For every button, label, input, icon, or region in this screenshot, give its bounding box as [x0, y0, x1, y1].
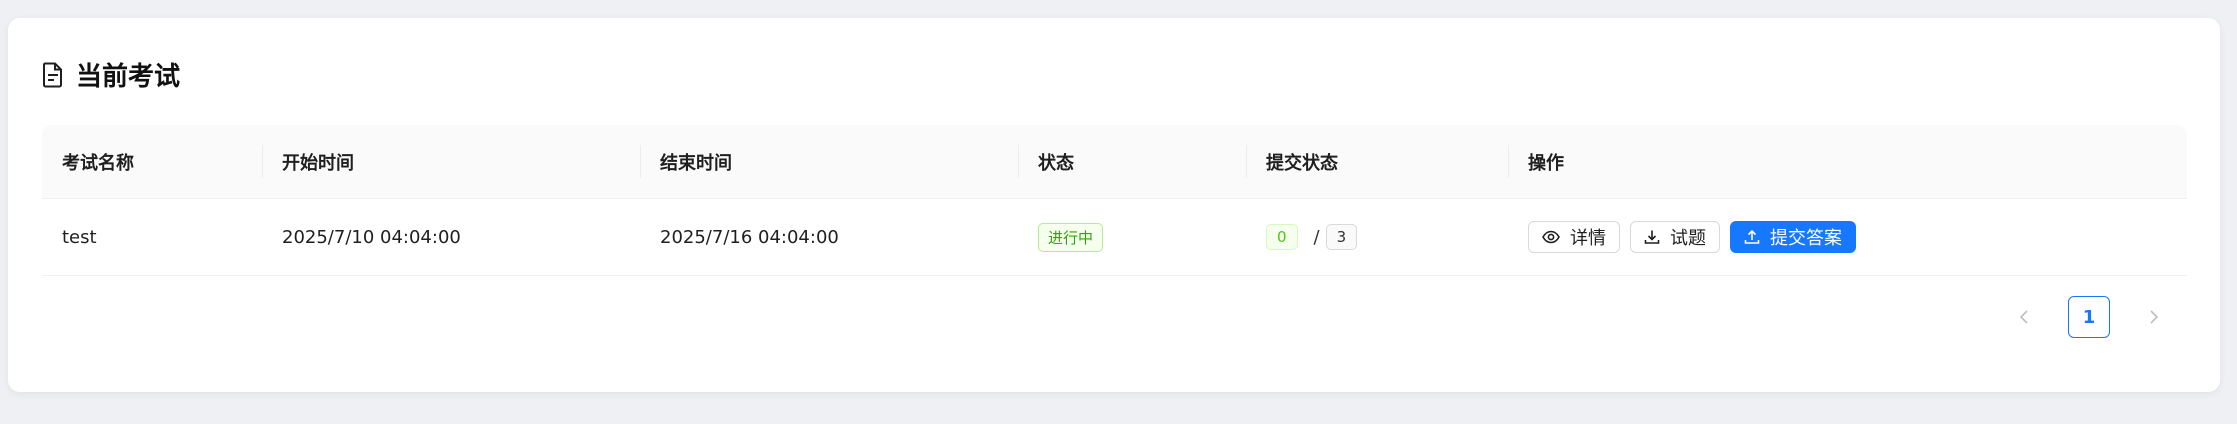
submitted-count-badge: 0	[1266, 224, 1298, 250]
column-divider	[1018, 145, 1019, 178]
status-cell: 进行中	[1038, 199, 1104, 275]
actions-cell: 详情 试题 提交答案	[1528, 199, 1866, 275]
end-time: 2025/7/16 04:04:00	[660, 226, 839, 248]
card-header: 当前考试	[42, 56, 180, 93]
count-separator: /	[1313, 226, 1320, 248]
download-button[interactable]: 试题	[1630, 221, 1720, 253]
column-divider	[640, 145, 641, 178]
table-row: test 2025/7/10 04:04:00 2025/7/16 04:04:…	[42, 199, 2187, 276]
chevron-right-icon[interactable]	[2134, 296, 2174, 338]
column-header-start: 开始时间	[282, 152, 354, 174]
status-badge: 进行中	[1038, 222, 1104, 252]
exam-card: 当前考试 考试名称 开始时间 结束时间 状态 提交状态 操作 test 2025…	[8, 18, 2220, 392]
eye-icon	[1542, 230, 1560, 244]
column-divider	[1246, 145, 1247, 178]
submit-status-cell: 0 / 3	[1266, 199, 1358, 275]
column-divider	[262, 145, 263, 178]
exam-name: test	[62, 226, 97, 248]
detail-button[interactable]: 详情	[1528, 221, 1620, 253]
submit-answer-button[interactable]: 提交答案	[1730, 221, 1856, 253]
detail-button-label: 详情	[1570, 228, 1606, 249]
download-icon	[1644, 229, 1660, 245]
column-header-submit-status: 提交状态	[1266, 152, 1338, 174]
column-divider	[1508, 145, 1509, 178]
pagination: 1	[2004, 296, 2174, 338]
upload-icon	[1744, 229, 1760, 245]
column-header-actions: 操作	[1528, 152, 1564, 174]
page-button-current[interactable]: 1	[2068, 296, 2110, 338]
start-time: 2025/7/10 04:04:00	[282, 226, 461, 248]
chevron-left-icon[interactable]	[2004, 296, 2044, 338]
exam-table: 考试名称 开始时间 结束时间 状态 提交状态 操作 test 2025/7/10…	[42, 125, 2187, 276]
table-header: 考试名称 开始时间 结束时间 状态 提交状态 操作	[42, 125, 2187, 199]
column-header-name: 考试名称	[62, 152, 134, 174]
file-text-icon	[42, 62, 64, 88]
column-header-status: 状态	[1038, 152, 1074, 174]
submit-answer-button-label: 提交答案	[1770, 228, 1842, 249]
page-title: 当前考试	[76, 62, 181, 92]
download-button-label: 试题	[1670, 228, 1706, 249]
column-header-end: 结束时间	[660, 152, 732, 174]
total-count-badge: 3	[1325, 224, 1358, 250]
